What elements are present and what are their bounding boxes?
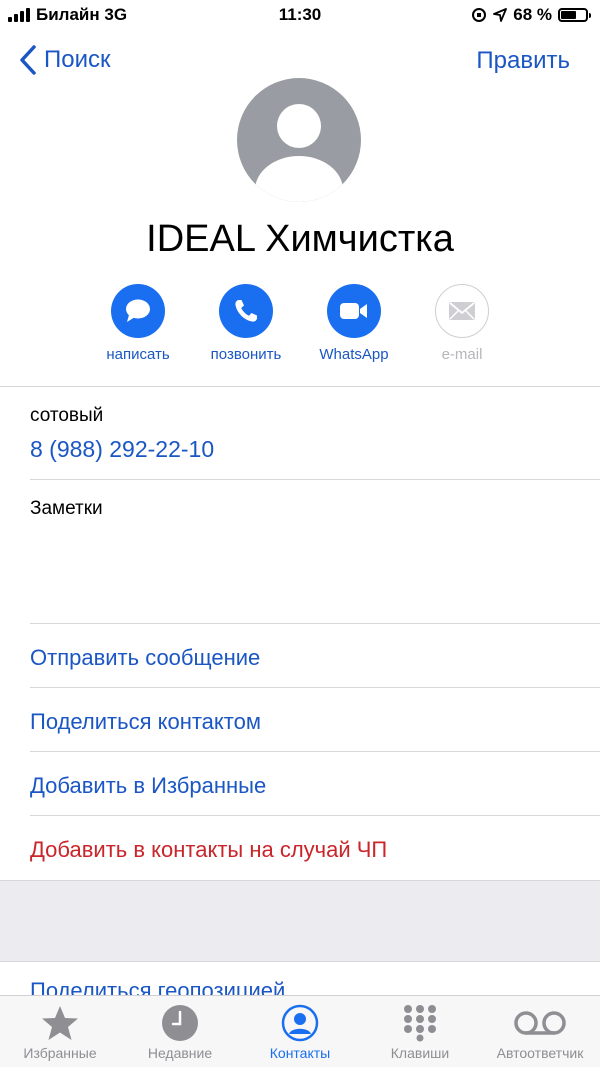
tab-favorites[interactable]: Избранные <box>0 996 120 1067</box>
tab-favorites-label: Избранные <box>23 1045 97 1061</box>
notes-label[interactable]: Заметки <box>30 498 103 520</box>
tab-keypad[interactable]: Клавиши <box>360 996 480 1067</box>
orientation-lock-icon <box>472 8 487 22</box>
contact-avatar <box>237 78 361 202</box>
quick-actions: написать позвонить WhatsApp e-mail <box>84 284 516 363</box>
whatsapp-action-label: WhatsApp <box>319 346 389 363</box>
divider <box>30 751 600 752</box>
video-icon <box>340 303 367 319</box>
keypad-icon <box>404 1005 436 1042</box>
send-message-link[interactable]: Отправить сообщение <box>30 645 260 671</box>
mail-icon <box>449 302 475 320</box>
tab-recents-label: Недавние <box>147 1045 213 1061</box>
divider <box>30 479 600 480</box>
tab-recents[interactable]: Недавние <box>120 996 240 1067</box>
tab-voicemail[interactable]: Автоответчик <box>480 996 600 1067</box>
chevron-left-icon <box>20 45 36 75</box>
status-right: 68 % <box>471 5 591 25</box>
tab-contacts-label: Контакты <box>269 1045 331 1061</box>
add-emergency-contact-link[interactable]: Добавить в контакты на случай ЧП <box>30 837 387 863</box>
email-action-label: e-mail <box>441 346 483 363</box>
person-icon <box>255 104 343 202</box>
tab-bar: Избранные Недавние Контакты Клавиши Авто… <box>0 995 600 1067</box>
divider <box>0 961 600 962</box>
phone-icon <box>235 300 257 322</box>
nav-bar: Поиск Править <box>0 44 600 80</box>
whatsapp-action-button[interactable] <box>327 284 381 338</box>
edit-button[interactable]: Править <box>476 47 570 75</box>
message-icon <box>126 299 150 322</box>
star-icon <box>42 1006 78 1040</box>
location-icon <box>493 8 508 22</box>
back-button[interactable]: Поиск <box>18 44 111 76</box>
voicemail-icon <box>514 1011 566 1035</box>
divider <box>30 623 600 624</box>
message-action-label: написать <box>106 346 170 363</box>
battery-percent: 68 % <box>513 5 552 24</box>
contacts-icon <box>281 1004 319 1042</box>
divider <box>30 815 600 816</box>
battery-icon <box>558 8 591 22</box>
back-label: Поиск <box>44 46 111 73</box>
contact-name: IDEAL Химчистка <box>146 218 454 260</box>
section-separator <box>0 881 600 961</box>
tab-voicemail-label: Автоответчик <box>496 1045 584 1061</box>
phone-number-link[interactable]: 8 (988) 292-22-10 <box>30 436 214 463</box>
whatsapp-action[interactable]: WhatsApp <box>300 284 408 363</box>
email-action-button[interactable] <box>435 284 489 338</box>
call-action[interactable]: позвонить <box>192 284 300 363</box>
message-action[interactable]: написать <box>84 284 192 363</box>
clock-icon <box>162 1005 198 1041</box>
message-action-button[interactable] <box>111 284 165 338</box>
tab-contacts[interactable]: Контакты <box>240 996 360 1067</box>
phone-type-label: сотовый <box>30 405 104 426</box>
divider <box>30 687 600 688</box>
email-action[interactable]: e-mail <box>408 284 516 363</box>
call-action-button[interactable] <box>219 284 273 338</box>
status-bar: Билайн 3G 11:30 68 % <box>0 0 600 30</box>
call-action-label: позвонить <box>210 346 282 363</box>
add-favorites-link[interactable]: Добавить в Избранные <box>30 773 266 799</box>
divider <box>0 386 600 387</box>
tab-keypad-label: Клавиши <box>390 1045 450 1061</box>
share-contact-link[interactable]: Поделиться контактом <box>30 709 261 735</box>
